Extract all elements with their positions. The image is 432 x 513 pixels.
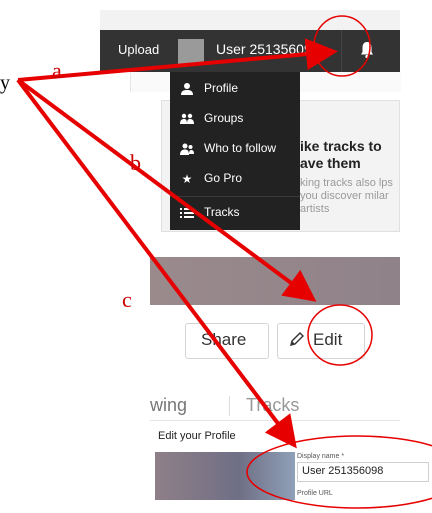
menu-divider: [170, 196, 300, 197]
menu-item-profile[interactable]: Profile: [170, 74, 300, 104]
tab-separator: [229, 396, 230, 416]
promo-text: king tracks also lps you discover milar …: [300, 177, 393, 215]
menu-item-label: Tracks: [204, 205, 240, 219]
bell-icon[interactable]: [360, 41, 374, 59]
upload-link[interactable]: Upload: [118, 42, 159, 57]
edit-button-label[interactable]: Edit: [313, 330, 342, 350]
top-strip: [100, 10, 400, 30]
menu-item-groups[interactable]: Groups: [170, 104, 300, 134]
menu-item-label: Groups: [204, 111, 244, 125]
pencil-icon[interactable]: [289, 331, 305, 347]
display-name-label: Display name *: [297, 453, 345, 460]
annotation-label-c: c: [122, 287, 132, 312]
profile-banner: [150, 257, 400, 305]
menu-item-label: Go Pro: [204, 171, 243, 185]
menu-item-go-pro[interactable]: ★ Go Pro: [170, 164, 300, 194]
username-menu[interactable]: User 251356098: [216, 41, 320, 57]
tab-underline: [150, 420, 400, 421]
avatar[interactable]: [178, 39, 204, 65]
menu-item-tracks[interactable]: Tracks: [170, 198, 300, 228]
who-to-follow-icon: [180, 142, 194, 156]
profile-url-label: Profile URL: [297, 490, 333, 497]
menu-item-who-to-follow[interactable]: Who to follow: [170, 134, 300, 164]
user-icon: [180, 82, 194, 96]
annotation-origin-text: y: [0, 72, 10, 94]
edit-profile-title: Edit your Profile: [158, 430, 236, 442]
star-icon: ★: [181, 172, 193, 186]
chevron-down-icon[interactable]: ⌄: [322, 40, 332, 54]
tab-following[interactable]: wing: [150, 395, 187, 416]
menu-item-label: Who to follow: [204, 141, 277, 155]
display-name-value[interactable]: User 251356098: [302, 465, 383, 477]
groups-icon: [180, 112, 194, 126]
profile-image[interactable]: [155, 452, 295, 500]
list-icon: [180, 206, 194, 220]
annotation-label-b: b: [130, 150, 141, 175]
annotation-label-a: a: [52, 58, 62, 83]
menu-item-label: Profile: [204, 81, 239, 95]
user-dropdown-menu: Profile Groups Who to follow ★ Go Pro Tr…: [170, 72, 300, 230]
navbar-divider: [341, 30, 342, 72]
share-button-label[interactable]: Share: [201, 330, 246, 350]
tab-tracks[interactable]: Tracks: [246, 395, 299, 416]
promo-title: ike tracks to ave them: [300, 138, 382, 171]
